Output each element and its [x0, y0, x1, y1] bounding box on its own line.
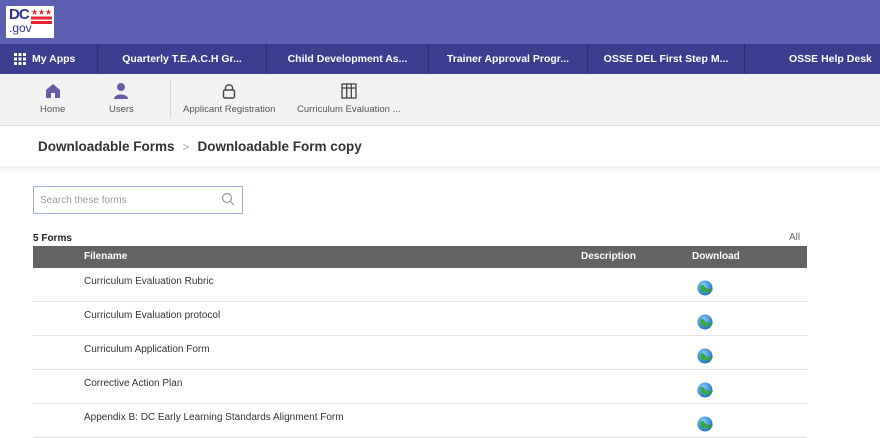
top-header: DC .gov [0, 0, 880, 44]
app-tab-osse-help-desk[interactable]: OSSE Help Desk [745, 44, 880, 74]
app-tab-osse-first-step[interactable]: OSSE DEL First Step M... [588, 44, 745, 74]
table-row: Appendix B: DC Early Learning Standards … [33, 404, 807, 438]
search-box [33, 186, 243, 214]
app-tab-label: OSSE DEL First Step M... [603, 53, 729, 65]
column-header-download[interactable]: Download [692, 251, 740, 262]
forms-count: 5 Forms [33, 233, 72, 244]
filename-link[interactable]: Curriculum Evaluation protocol [84, 310, 220, 321]
filename-link[interactable]: Appendix B: DC Early Learning Standards … [84, 412, 344, 423]
home-icon [45, 84, 60, 98]
toolbar-label: Applicant Registration [183, 104, 276, 115]
filter-all-link[interactable]: All [789, 232, 800, 243]
toolbar-applicant-registration-button[interactable]: Applicant Registration [183, 82, 275, 115]
app-tab-label: Quarterly T.E.A.C.H Gr... [122, 53, 242, 65]
table-body: Curriculum Evaluation Rubric Curriculum E… [33, 268, 807, 438]
table-row: Corrective Action Plan [33, 370, 807, 404]
search-icon[interactable] [221, 192, 235, 206]
toolbar-users-button[interactable]: Users [109, 82, 134, 115]
download-icon[interactable] [696, 279, 714, 297]
user-icon [114, 83, 129, 99]
grid-icon [14, 53, 26, 65]
dc-gov-logo[interactable]: DC .gov [6, 6, 54, 38]
app-tab-child-development[interactable]: Child Development As... [267, 44, 429, 74]
app-tab-quarterly-teach[interactable]: Quarterly T.E.A.C.H Gr... [98, 44, 267, 74]
column-header-filename[interactable]: Filename [84, 251, 127, 262]
download-icon[interactable] [696, 347, 714, 365]
table-row: Curriculum Application Form [33, 336, 807, 370]
toolbar-divider [170, 80, 171, 118]
logo-subtext: .gov [9, 21, 32, 35]
breadcrumb-current: Downloadable Form copy [197, 139, 362, 154]
lock-icon [223, 84, 236, 99]
app-tab-label: Child Development As... [287, 53, 408, 65]
app-tab-trainer-approval[interactable]: Trainer Approval Progr... [429, 44, 588, 74]
column-header-description[interactable]: Description [581, 251, 636, 262]
toolbar-curriculum-evaluation-button[interactable]: Curriculum Evaluation ... [297, 82, 400, 115]
filename-link[interactable]: Curriculum Evaluation Rubric [84, 276, 214, 287]
table-icon [341, 83, 357, 99]
download-icon[interactable] [696, 381, 714, 399]
breadcrumb: Downloadable Forms > Downloadable Form c… [38, 139, 362, 154]
toolbar-home-button[interactable]: Home [40, 82, 65, 115]
toolbar: Home Users Applicant Registration Curric… [0, 74, 880, 126]
filename-link[interactable]: Curriculum Application Form [84, 344, 210, 355]
table-header: Filename Description Download [33, 246, 807, 268]
toolbar-label: Curriculum Evaluation ... [297, 104, 401, 115]
app-bar: My Apps Quarterly T.E.A.C.H Gr... Child … [0, 44, 880, 74]
download-icon[interactable] [696, 415, 714, 433]
section-divider [0, 166, 880, 174]
breadcrumb-separator: > [182, 139, 190, 154]
app-tab-label: OSSE Help Desk [789, 53, 872, 65]
forms-table: Filename Description Download Curriculum… [33, 246, 807, 438]
app-tab-label: Trainer Approval Progr... [446, 53, 570, 65]
table-row: Curriculum Evaluation Rubric [33, 268, 807, 302]
search-input[interactable] [40, 187, 215, 213]
my-apps-label: My Apps [32, 53, 76, 65]
toolbar-label: Home [40, 104, 66, 115]
download-icon[interactable] [696, 313, 714, 331]
toolbar-label: Users [109, 104, 134, 115]
filename-link[interactable]: Corrective Action Plan [84, 378, 182, 389]
my-apps-button[interactable]: My Apps [0, 44, 98, 74]
dc-flag-icon [31, 9, 52, 24]
breadcrumb-parent-link[interactable]: Downloadable Forms [38, 139, 175, 154]
table-row: Curriculum Evaluation protocol [33, 302, 807, 336]
